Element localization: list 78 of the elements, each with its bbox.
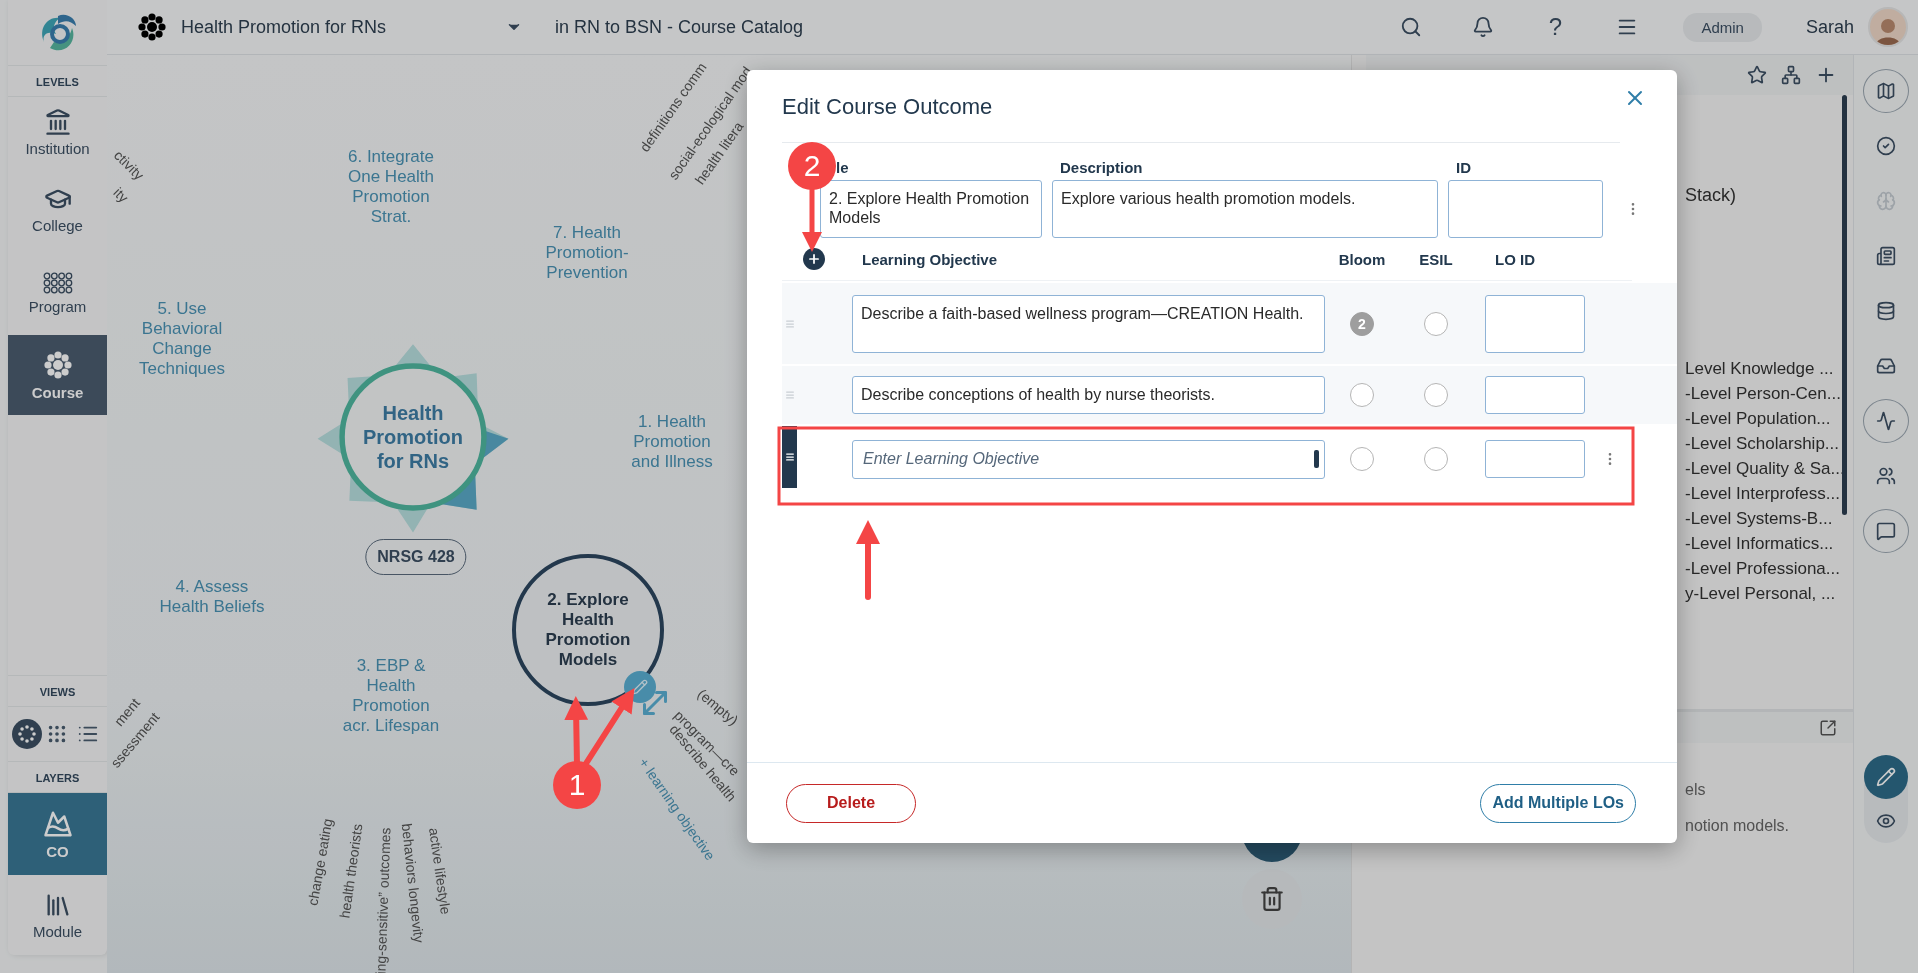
branch-term: ity	[110, 184, 132, 206]
column-header: Bloom	[1338, 250, 1386, 268]
plus-icon	[807, 252, 821, 266]
edit-mode-button[interactable]	[1864, 755, 1908, 799]
lo-id-field[interactable]	[1485, 376, 1585, 414]
column-header: Learning Objective	[861, 250, 999, 268]
star-icon[interactable]	[1747, 65, 1767, 85]
delete-button[interactable]: Delete	[786, 783, 917, 823]
competency-item[interactable]: -Level Informatics...	[1685, 531, 1849, 556]
institution-icon	[43, 107, 72, 136]
scrollbar[interactable]	[1842, 95, 1847, 515]
competency-item[interactable]: -Level Quality & Sa...	[1685, 456, 1849, 481]
branch-term: health theorists	[336, 822, 366, 920]
trash-icon	[1259, 886, 1285, 912]
panel-text: notion models.	[1685, 817, 1791, 835]
panel-text: els	[1685, 781, 1707, 799]
level-item[interactable]: Program	[8, 251, 107, 335]
branch-term: ing-sensitive” outcomes	[372, 827, 394, 973]
esil-radio[interactable]	[1424, 447, 1448, 471]
description-field[interactable]: Explore various health promotion models.	[1052, 180, 1438, 238]
column-header: ID	[1455, 158, 1472, 176]
outcome-node[interactable]: 2. Explore Health Promotion Models	[512, 554, 664, 706]
bell-icon[interactable]	[1472, 16, 1495, 38]
esil-radio[interactable]	[1424, 383, 1448, 407]
dots-icon	[42, 271, 73, 294]
panel-heading: Stack)	[1685, 185, 1737, 206]
branch-term: active lifestyle	[426, 826, 454, 916]
hierarchy-icon[interactable]	[1781, 65, 1801, 85]
add-objective-button[interactable]	[803, 248, 825, 270]
objective-field[interactable]: Describe a faith-based wellness program—CREATION Health.	[852, 294, 1325, 353]
branch-term: change eating	[304, 817, 336, 907]
flower-icon	[42, 349, 73, 380]
drag-handle[interactable]	[782, 426, 797, 488]
competency-item[interactable]: -Level Interprofess...	[1685, 481, 1849, 506]
level-item[interactable]: Course	[8, 335, 107, 415]
annotation-arrow	[802, 187, 822, 252]
objective-field[interactable]: Enter Learning Objective	[852, 439, 1325, 479]
pencil-icon	[1876, 767, 1896, 787]
competency-item[interactable]: Level Knowledge ...	[1685, 356, 1849, 381]
external-link-icon[interactable]	[1819, 718, 1837, 737]
competency-item[interactable]: -Level Person-Cen...	[1685, 381, 1849, 406]
catalog-context: in RN to BSN - Course Catalog	[555, 16, 804, 38]
level-item[interactable]: College	[8, 167, 107, 251]
layer-item[interactable]: Module	[8, 875, 107, 955]
bloom-radio[interactable]	[1350, 447, 1374, 471]
bloom-radio[interactable]	[1350, 383, 1374, 407]
help-link[interactable]: ?	[1548, 13, 1563, 41]
search-icon[interactable]	[1400, 16, 1423, 38]
column-header: LO ID	[1494, 250, 1536, 268]
esil-radio[interactable]	[1424, 311, 1448, 336]
competency-item[interactable]: y-Level Personal, ...	[1685, 581, 1849, 606]
lo-id-field[interactable]	[1485, 440, 1585, 478]
lo-id-field[interactable]	[1485, 294, 1585, 353]
add-multiple-button[interactable]: Add Multiple LOs	[1480, 783, 1636, 823]
competency-item[interactable]: -Level Population...	[1685, 406, 1849, 431]
pencil-icon	[632, 679, 648, 695]
text-cursor	[1314, 449, 1319, 468]
layer-item[interactable]: CO	[8, 793, 107, 875]
course-title: Health Promotion for RNs	[181, 16, 388, 38]
dialog-title: Edit Course Outcome	[782, 94, 993, 120]
level-item[interactable]: Institution	[8, 97, 107, 167]
eye-icon	[1876, 811, 1896, 831]
column-header: ESIL	[1419, 250, 1453, 268]
competency-item[interactable]: -Level Systems-B...	[1685, 506, 1849, 531]
radial-view-icon[interactable]	[12, 719, 43, 749]
branch-term: behaviors longevity	[398, 822, 428, 944]
id-field[interactable]	[1448, 180, 1603, 238]
title-field[interactable]: 2. Explore Health Promotion Models	[820, 180, 1042, 238]
user-name[interactable]: Sarah	[1805, 16, 1854, 38]
objective-field[interactable]: Describe conceptions of health by nurse theorists.	[852, 376, 1325, 414]
course-code: NRSG 428	[365, 539, 467, 575]
role-badge[interactable]: Admin	[1683, 12, 1762, 42]
avatar[interactable]	[1868, 7, 1908, 47]
column-header: Description	[1059, 158, 1144, 176]
competency-item[interactable]: -Level Scholarship...	[1685, 431, 1849, 456]
flower-icon	[137, 12, 167, 42]
column-header: le	[835, 158, 850, 176]
competency-item[interactable]: -Level Professiona...	[1685, 556, 1849, 581]
